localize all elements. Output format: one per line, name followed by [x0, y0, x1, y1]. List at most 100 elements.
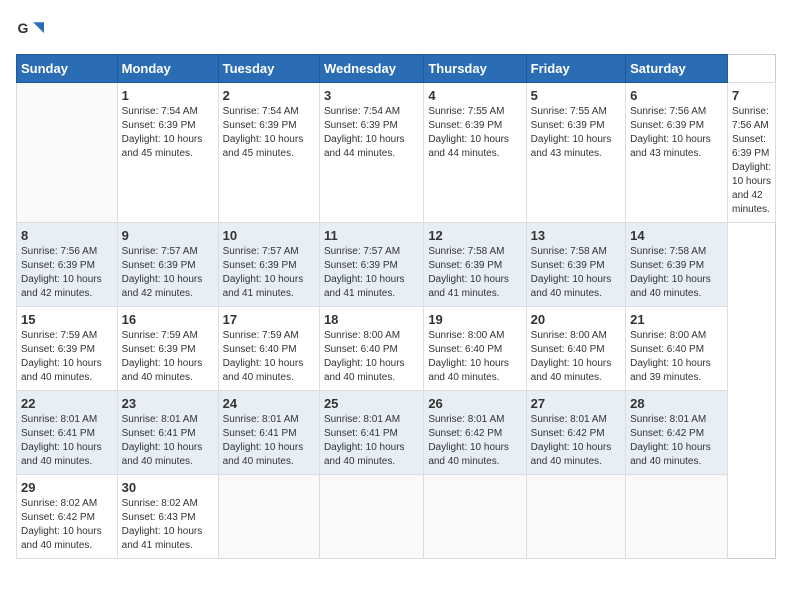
- day-number: 2: [223, 88, 315, 103]
- day-detail: Sunrise: 8:01 AMSunset: 6:41 PMDaylight:…: [223, 414, 304, 467]
- day-number: 16: [122, 312, 214, 327]
- day-detail: Sunrise: 8:01 AMSunset: 6:41 PMDaylight:…: [21, 414, 102, 467]
- day-number: 22: [21, 396, 113, 411]
- day-detail: Sunrise: 7:56 AMSunset: 6:39 PMDaylight:…: [630, 106, 711, 159]
- day-detail: Sunrise: 7:58 AMSunset: 6:39 PMDaylight:…: [531, 246, 612, 299]
- day-detail: Sunrise: 7:58 AMSunset: 6:39 PMDaylight:…: [428, 246, 509, 299]
- day-header-tuesday: Tuesday: [218, 55, 319, 83]
- calendar-day-cell: 1 Sunrise: 7:54 AMSunset: 6:39 PMDayligh…: [117, 83, 218, 223]
- day-number: 5: [531, 88, 621, 103]
- day-detail: Sunrise: 7:55 AMSunset: 6:39 PMDaylight:…: [531, 106, 612, 159]
- day-number: 3: [324, 88, 419, 103]
- day-detail: Sunrise: 8:00 AMSunset: 6:40 PMDaylight:…: [324, 330, 405, 383]
- calendar-day-cell: 29 Sunrise: 8:02 AMSunset: 6:42 PMDaylig…: [17, 475, 118, 559]
- day-number: 15: [21, 312, 113, 327]
- day-detail: Sunrise: 8:00 AMSunset: 6:40 PMDaylight:…: [630, 330, 711, 383]
- calendar-day-cell: 4 Sunrise: 7:55 AMSunset: 6:39 PMDayligh…: [424, 83, 526, 223]
- calendar-week-row: 15 Sunrise: 7:59 AMSunset: 6:39 PMDaylig…: [17, 307, 776, 391]
- day-detail: Sunrise: 7:54 AMSunset: 6:39 PMDaylight:…: [324, 106, 405, 159]
- calendar-day-cell: 2 Sunrise: 7:54 AMSunset: 6:39 PMDayligh…: [218, 83, 319, 223]
- day-detail: Sunrise: 7:57 AMSunset: 6:39 PMDaylight:…: [223, 246, 304, 299]
- day-header-friday: Friday: [526, 55, 625, 83]
- calendar-day-cell: 12 Sunrise: 7:58 AMSunset: 6:39 PMDaylig…: [424, 223, 526, 307]
- day-detail: Sunrise: 7:57 AMSunset: 6:39 PMDaylight:…: [324, 246, 405, 299]
- calendar-day-cell: [526, 475, 625, 559]
- day-detail: Sunrise: 8:01 AMSunset: 6:41 PMDaylight:…: [324, 414, 405, 467]
- day-number: 27: [531, 396, 621, 411]
- calendar-day-cell: 7 Sunrise: 7:56 AMSunset: 6:39 PMDayligh…: [728, 83, 776, 223]
- day-number: 29: [21, 480, 113, 495]
- day-number: 14: [630, 228, 723, 243]
- day-detail: Sunrise: 7:56 AMSunset: 6:39 PMDaylight:…: [21, 246, 102, 299]
- day-number: 21: [630, 312, 723, 327]
- day-number: 9: [122, 228, 214, 243]
- calendar-day-cell: 28 Sunrise: 8:01 AMSunset: 6:42 PMDaylig…: [626, 391, 728, 475]
- day-detail: Sunrise: 7:59 AMSunset: 6:40 PMDaylight:…: [223, 330, 304, 383]
- calendar-day-cell: 16 Sunrise: 7:59 AMSunset: 6:39 PMDaylig…: [117, 307, 218, 391]
- day-detail: Sunrise: 8:00 AMSunset: 6:40 PMDaylight:…: [428, 330, 509, 383]
- day-number: 1: [122, 88, 214, 103]
- day-detail: Sunrise: 8:01 AMSunset: 6:42 PMDaylight:…: [428, 414, 509, 467]
- day-header-sunday: Sunday: [17, 55, 118, 83]
- calendar-day-cell: 9 Sunrise: 7:57 AMSunset: 6:39 PMDayligh…: [117, 223, 218, 307]
- calendar-day-cell: [218, 475, 319, 559]
- day-number: 19: [428, 312, 521, 327]
- day-number: 7: [732, 88, 771, 103]
- day-detail: Sunrise: 7:59 AMSunset: 6:39 PMDaylight:…: [122, 330, 203, 383]
- page-header: G: [16, 16, 776, 44]
- calendar-day-cell: 25 Sunrise: 8:01 AMSunset: 6:41 PMDaylig…: [319, 391, 423, 475]
- day-header-saturday: Saturday: [626, 55, 728, 83]
- day-number: 12: [428, 228, 521, 243]
- calendar-day-cell: 14 Sunrise: 7:58 AMSunset: 6:39 PMDaylig…: [626, 223, 728, 307]
- calendar-day-cell: [17, 83, 118, 223]
- day-number: 4: [428, 88, 521, 103]
- day-detail: Sunrise: 8:01 AMSunset: 6:42 PMDaylight:…: [630, 414, 711, 467]
- calendar-day-cell: 11 Sunrise: 7:57 AMSunset: 6:39 PMDaylig…: [319, 223, 423, 307]
- day-number: 20: [531, 312, 621, 327]
- calendar-day-cell: 17 Sunrise: 7:59 AMSunset: 6:40 PMDaylig…: [218, 307, 319, 391]
- calendar-table: SundayMondayTuesdayWednesdayThursdayFrid…: [16, 54, 776, 559]
- calendar-day-cell: 18 Sunrise: 8:00 AMSunset: 6:40 PMDaylig…: [319, 307, 423, 391]
- calendar-day-cell: [319, 475, 423, 559]
- calendar-day-cell: 15 Sunrise: 7:59 AMSunset: 6:39 PMDaylig…: [17, 307, 118, 391]
- calendar-week-row: 8 Sunrise: 7:56 AMSunset: 6:39 PMDayligh…: [17, 223, 776, 307]
- day-number: 25: [324, 396, 419, 411]
- day-detail: Sunrise: 7:54 AMSunset: 6:39 PMDaylight:…: [223, 106, 304, 159]
- day-number: 8: [21, 228, 113, 243]
- svg-text:G: G: [18, 20, 29, 36]
- calendar-day-cell: 21 Sunrise: 8:00 AMSunset: 6:40 PMDaylig…: [626, 307, 728, 391]
- day-detail: Sunrise: 8:01 AMSunset: 6:41 PMDaylight:…: [122, 414, 203, 467]
- calendar-week-row: 1 Sunrise: 7:54 AMSunset: 6:39 PMDayligh…: [17, 83, 776, 223]
- day-detail: Sunrise: 7:56 AMSunset: 6:39 PMDaylight:…: [732, 106, 771, 215]
- calendar-day-cell: 26 Sunrise: 8:01 AMSunset: 6:42 PMDaylig…: [424, 391, 526, 475]
- calendar-day-cell: 5 Sunrise: 7:55 AMSunset: 6:39 PMDayligh…: [526, 83, 625, 223]
- day-number: 17: [223, 312, 315, 327]
- logo: G: [16, 16, 48, 44]
- calendar-day-cell: [626, 475, 728, 559]
- calendar-day-cell: 8 Sunrise: 7:56 AMSunset: 6:39 PMDayligh…: [17, 223, 118, 307]
- calendar-day-cell: [424, 475, 526, 559]
- day-detail: Sunrise: 8:02 AMSunset: 6:43 PMDaylight:…: [122, 498, 203, 551]
- day-detail: Sunrise: 8:00 AMSunset: 6:40 PMDaylight:…: [531, 330, 612, 383]
- day-number: 26: [428, 396, 521, 411]
- calendar-day-cell: 10 Sunrise: 7:57 AMSunset: 6:39 PMDaylig…: [218, 223, 319, 307]
- calendar-day-cell: 24 Sunrise: 8:01 AMSunset: 6:41 PMDaylig…: [218, 391, 319, 475]
- day-number: 6: [630, 88, 723, 103]
- day-detail: Sunrise: 7:54 AMSunset: 6:39 PMDaylight:…: [122, 106, 203, 159]
- calendar-header-row: SundayMondayTuesdayWednesdayThursdayFrid…: [17, 55, 776, 83]
- day-number: 10: [223, 228, 315, 243]
- calendar-day-cell: 22 Sunrise: 8:01 AMSunset: 6:41 PMDaylig…: [17, 391, 118, 475]
- calendar-day-cell: 19 Sunrise: 8:00 AMSunset: 6:40 PMDaylig…: [424, 307, 526, 391]
- day-header-wednesday: Wednesday: [319, 55, 423, 83]
- day-detail: Sunrise: 8:01 AMSunset: 6:42 PMDaylight:…: [531, 414, 612, 467]
- calendar-week-row: 29 Sunrise: 8:02 AMSunset: 6:42 PMDaylig…: [17, 475, 776, 559]
- day-number: 13: [531, 228, 621, 243]
- day-number: 18: [324, 312, 419, 327]
- day-number: 28: [630, 396, 723, 411]
- day-number: 11: [324, 228, 419, 243]
- calendar-day-cell: 27 Sunrise: 8:01 AMSunset: 6:42 PMDaylig…: [526, 391, 625, 475]
- calendar-day-cell: 20 Sunrise: 8:00 AMSunset: 6:40 PMDaylig…: [526, 307, 625, 391]
- day-header-monday: Monday: [117, 55, 218, 83]
- day-number: 30: [122, 480, 214, 495]
- calendar-day-cell: 13 Sunrise: 7:58 AMSunset: 6:39 PMDaylig…: [526, 223, 625, 307]
